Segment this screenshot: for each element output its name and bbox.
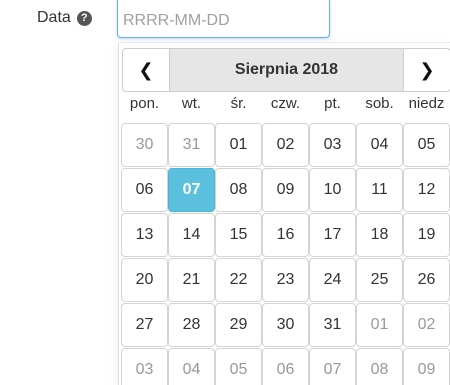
day-cell-selected[interactable]: 07	[168, 168, 215, 212]
day-cell[interactable]: 28	[168, 303, 215, 347]
day-cell[interactable]: 25	[356, 258, 403, 302]
day-cell[interactable]: 29	[215, 303, 262, 347]
weekday-header-row: pon. wt. śr. czw. pt. sob. niedz	[119, 95, 450, 117]
prev-month-button[interactable]: ❮	[122, 48, 170, 92]
day-cell[interactable]: 10	[309, 168, 356, 212]
day-cell[interactable]: 22	[215, 258, 262, 302]
day-cell[interactable]: 15	[215, 213, 262, 257]
day-cell[interactable]: 16	[262, 213, 309, 257]
day-cell[interactable]: 30	[262, 303, 309, 347]
day-cell[interactable]: 05	[403, 123, 450, 167]
weekday-label: niedz	[408, 95, 445, 112]
day-cell[interactable]: 12	[403, 168, 450, 212]
date-label-text: Data	[37, 9, 71, 26]
day-cell[interactable]: 08	[356, 348, 403, 385]
date-field-root: Data ? ❮ Sierpnia 2018 ❯ pon.wt.śr.czw.p…	[0, 0, 450, 385]
month-title[interactable]: Sierpnia 2018	[170, 48, 403, 92]
chevron-left-icon: ❮	[138, 59, 154, 80]
day-cell[interactable]: 31	[168, 123, 215, 167]
datepicker-header: ❮ Sierpnia 2018 ❯	[122, 48, 450, 92]
question-circle-icon[interactable]: ?	[76, 10, 92, 26]
datepicker-popup: ❮ Sierpnia 2018 ❯ pon. wt. śr. czw. pt. sob. n…	[118, 42, 450, 385]
day-cell[interactable]: 26	[403, 258, 450, 302]
weekday-label: wt.	[181, 95, 202, 112]
date-input[interactable]	[117, 0, 330, 38]
weekday-label: czw.	[270, 95, 301, 112]
day-cell[interactable]: 03	[309, 123, 356, 167]
day-cell[interactable]: 27	[121, 303, 168, 347]
day-cell[interactable]: 30	[121, 123, 168, 167]
day-cell[interactable]: 21	[168, 258, 215, 302]
day-cell[interactable]: 02	[262, 123, 309, 167]
day-cell[interactable]: 03	[121, 348, 168, 385]
day-cell[interactable]: 06	[121, 168, 168, 212]
day-cell[interactable]: 19	[403, 213, 450, 257]
day-cell[interactable]: 02	[403, 303, 450, 347]
day-cell[interactable]: 20	[121, 258, 168, 302]
date-field-label: Data ?	[37, 9, 92, 27]
day-cell[interactable]: 08	[215, 168, 262, 212]
day-cell[interactable]: 09	[262, 168, 309, 212]
day-cell[interactable]: 13	[121, 213, 168, 257]
day-cell[interactable]: 17	[309, 213, 356, 257]
day-cell[interactable]: 23	[262, 258, 309, 302]
day-cell[interactable]: 18	[356, 213, 403, 257]
day-cell[interactable]: 11	[356, 168, 403, 212]
day-cell[interactable]: 14	[168, 213, 215, 257]
chevron-right-icon: ❯	[419, 59, 435, 80]
next-month-button[interactable]: ❯	[403, 48, 450, 92]
day-cell[interactable]: 01	[356, 303, 403, 347]
weekday-label: sob.	[365, 95, 394, 112]
day-cell[interactable]: 24	[309, 258, 356, 302]
day-cell[interactable]: 01	[215, 123, 262, 167]
weekday-label: pon.	[129, 95, 160, 112]
day-cell[interactable]: 31	[309, 303, 356, 347]
weekday-label: śr.	[230, 95, 247, 112]
day-cell[interactable]: 09	[403, 348, 450, 385]
day-cell[interactable]: 04	[356, 123, 403, 167]
weekday-label: pt.	[324, 95, 341, 112]
day-cell[interactable]: 07	[309, 348, 356, 385]
day-cell[interactable]: 05	[215, 348, 262, 385]
day-cell[interactable]: 04	[168, 348, 215, 385]
day-cell[interactable]: 06	[262, 348, 309, 385]
